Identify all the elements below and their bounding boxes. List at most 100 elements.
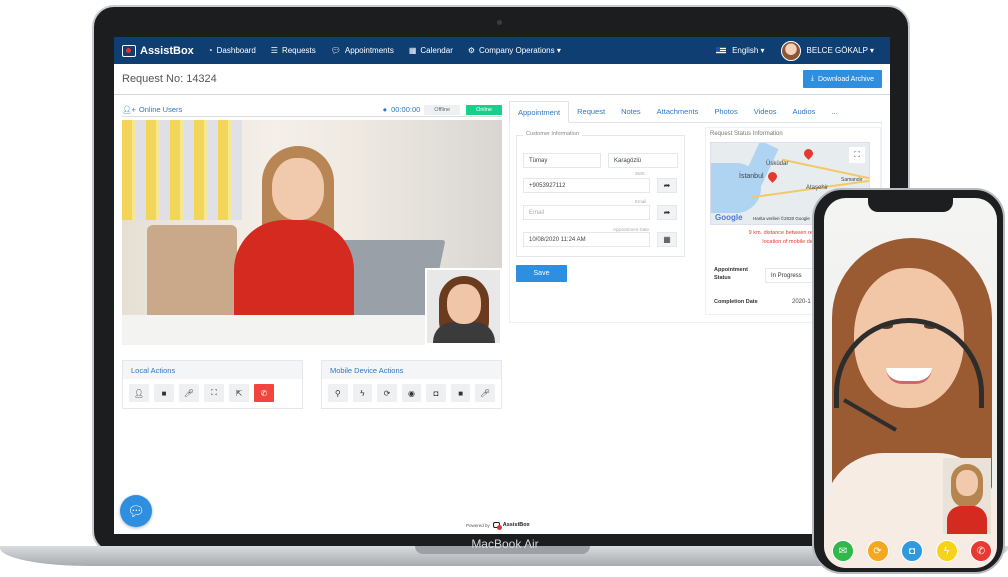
video-camera-icon[interactable]: ■ (154, 384, 174, 402)
flash-icon[interactable]: ϟ (352, 384, 373, 402)
offline-toggle[interactable]: Offline (424, 104, 461, 115)
save-button[interactable]: Save (516, 265, 567, 282)
online-users-title: Online Users (138, 105, 183, 114)
tab-appointment[interactable]: Appointment (509, 101, 570, 123)
tab-request[interactable]: Request (569, 101, 613, 122)
phone-camera-icon[interactable]: ◘ (901, 540, 923, 562)
send-email-button[interactable]: ➦ (657, 205, 677, 220)
video-shelf (122, 120, 242, 220)
nav-calendar[interactable]: ▦ Calendar (409, 46, 453, 55)
email-field[interactable]: Email (523, 205, 650, 220)
clock-icon: ● (382, 105, 388, 114)
appointment-date-field[interactable]: 10/08/2020 11:24 AM (523, 232, 650, 247)
stage: MacBook Air AssistBox ◔ Dashboard ☰ Requ… (0, 0, 1008, 577)
download-icon: ⤓ (810, 75, 814, 82)
add-user-icon: 👤︎+ (122, 105, 136, 114)
self-video-pip[interactable] (425, 268, 502, 345)
page-header: Request No: 14324 ⤓ Download Archive (114, 64, 890, 95)
phone-switch-camera-icon[interactable]: ⟳ (866, 540, 889, 562)
video-panel: 👤︎+ Online Users ● 00:00:00 Offline Onli… (122, 103, 502, 345)
nav-calendar-label: Calendar (420, 46, 453, 55)
user-name: BELCE GÖKALP ▾ (806, 46, 874, 55)
request-status-title: Request Status Information (710, 131, 783, 137)
nav-dashboard-label: Dashboard (216, 46, 256, 55)
camera-icon[interactable]: ◘ (426, 384, 446, 402)
map-attribution: Harita verileri ©2020 Google (753, 216, 810, 221)
powered-by-label: Powered by (466, 522, 490, 528)
share-screen-icon[interactable]: ⇱ (229, 384, 249, 402)
footer-brand: AssistBox (502, 522, 530, 528)
local-actions-box: Local Actions 👤︎ ■ 🎤︎ ⛶ ⇱ ✆ (122, 360, 303, 409)
chat-bubble-icon[interactable]: 💬︎ (120, 495, 152, 527)
phone-pip-face (956, 470, 978, 496)
tab-notes[interactable]: Notes (613, 101, 649, 122)
phone-call-controls: ✉ ⟳ ◘ ϟ ✆ (832, 540, 992, 562)
phone-notch (868, 198, 953, 212)
brand-name: AssistBox (140, 44, 194, 57)
tab-videos[interactable]: Videos (746, 101, 785, 122)
nav-company-operations-label: Company Operations ▾ (479, 46, 561, 55)
first-name-field[interactable]: Tümay (523, 153, 601, 168)
remote-video-feed (122, 120, 502, 345)
online-users-bar: 👤︎+ Online Users ● 00:00:00 Offline Onli… (122, 103, 502, 117)
actions-row: Local Actions 👤︎ ■ 🎤︎ ⛶ ⇱ ✆ Mobile Devic… (122, 360, 502, 409)
google-logo: Google (715, 213, 743, 222)
tab-attachments[interactable]: Attachments (649, 101, 707, 122)
tab-more[interactable]: ... (823, 101, 845, 122)
pip-body (433, 322, 495, 343)
device-location-pin-icon (766, 170, 779, 183)
phone-hang-up-icon[interactable]: ✆ (970, 540, 992, 562)
nav-requests[interactable]: ☰ Requests (271, 46, 316, 55)
hang-up-icon[interactable]: ✆ (254, 384, 274, 402)
online-toggle[interactable]: Online (466, 104, 502, 115)
gears-icon: ⚙ (467, 46, 476, 55)
phone-field[interactable]: +9053927112 (523, 178, 650, 193)
fullscreen-icon[interactable]: ⛶ (204, 384, 224, 402)
map-label-uskudar: Üsküdar (766, 161, 789, 167)
language-selector[interactable]: English ▾ (716, 46, 765, 55)
mobile-actions-box: Mobile Device Actions ⚲ ϟ ⟳ ◉ ◘ ■ 🎤︎ (321, 360, 502, 409)
timer-value: 00:00:00 (391, 105, 421, 114)
calendar-picker-icon[interactable]: ▦ (657, 232, 677, 247)
list-icon: ☰ (270, 46, 278, 55)
tab-photos[interactable]: Photos (706, 101, 745, 122)
download-archive-button[interactable]: ⤓ Download Archive (802, 70, 882, 88)
eye-icon[interactable]: ◉ (401, 384, 422, 402)
nav-dashboard[interactable]: ◔ Dashboard (208, 46, 256, 55)
phone-screen: ✉ ⟳ ◘ ϟ ✆ (824, 198, 997, 568)
phone-pip-body (947, 506, 987, 534)
appointment-status-select[interactable]: In Progress (765, 268, 815, 283)
mobile-microphone-icon[interactable]: 🎤︎ (475, 384, 496, 402)
assistbox-logo-icon (122, 44, 136, 57)
send-sms-button[interactable]: ➦ (657, 178, 677, 193)
map-fullscreen-icon[interactable]: ⛶ (849, 147, 865, 163)
phone-flash-icon[interactable]: ϟ (935, 540, 958, 562)
map-label-atasehir: Ataşehir (806, 185, 829, 191)
footer-logo-icon (492, 522, 502, 530)
microphone-icon[interactable]: 🎤︎ (179, 384, 199, 402)
phone-self-video-pip[interactable] (943, 458, 991, 534)
local-actions-title: Local Actions (123, 361, 302, 379)
appointment-status-label: Appointment Status (714, 267, 748, 281)
phone-chat-icon[interactable]: ✉ (832, 540, 854, 562)
customer-info-legend: Customer Information (523, 131, 582, 137)
nav-appointments[interactable]: 💬︎ Appointments (331, 46, 394, 55)
completion-date-value: 2020-1 (792, 299, 811, 305)
brand[interactable]: AssistBox (122, 44, 194, 57)
video-record-icon[interactable]: ■ (450, 384, 471, 402)
powered-by: Powered by AssistBox (466, 522, 530, 530)
pip-face (447, 284, 481, 324)
nav-appointments-label: Appointments (344, 46, 394, 55)
user-icon[interactable]: 👤︎ (129, 384, 149, 402)
location-pin-icon[interactable]: ⚲ (328, 384, 348, 402)
email-label: Email (635, 199, 647, 204)
nav-company-operations[interactable]: ⚙ Company Operations ▾ (468, 46, 561, 55)
sms-label: SMS (635, 171, 645, 176)
last-name-field[interactable]: Karagözlü (608, 153, 678, 168)
app-screen: AssistBox ◔ Dashboard ☰ Requests 💬︎ Appo… (114, 37, 890, 534)
tab-audios[interactable]: Audios (785, 101, 824, 122)
user-menu[interactable]: BELCE GÖKALP ▾ (780, 40, 874, 61)
switch-camera-icon[interactable]: ⟳ (377, 384, 397, 402)
avatar (780, 40, 801, 61)
top-navbar: AssistBox ◔ Dashboard ☰ Requests 💬︎ Appo… (114, 37, 890, 64)
